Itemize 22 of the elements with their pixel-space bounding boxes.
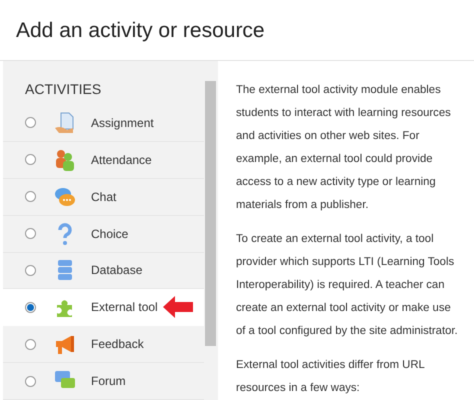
- people-icon: [53, 148, 77, 172]
- description-paragraph: External tool activities differ from URL resources in a few ways:: [236, 358, 426, 396]
- activity-item[interactable]: Assignment: [3, 105, 204, 142]
- arrow-icon: [163, 295, 193, 320]
- description-paragraph: To create an external tool activity, a tool provider which supports LTI (Learning Tools Interoperability) is required. A teacher can create an external tool activity or make use of a tool configured by the site administrator.: [236, 232, 459, 339]
- radio-button[interactable]: [25, 191, 36, 202]
- radio-button[interactable]: [25, 302, 36, 313]
- activity-item[interactable]: Choice: [3, 216, 204, 252]
- activity-item[interactable]: Attendance: [3, 142, 204, 179]
- activity-item[interactable]: Chat: [3, 178, 204, 216]
- radio-button[interactable]: [25, 264, 36, 276]
- section-heading: ACTIVITIES: [25, 81, 102, 97]
- activity-item[interactable]: Feedback: [3, 326, 204, 364]
- radio-button[interactable]: [25, 154, 36, 166]
- radio-button[interactable]: [25, 376, 36, 387]
- radio-button[interactable]: [25, 228, 36, 240]
- scrollbar[interactable]: [205, 81, 216, 346]
- radio-button[interactable]: [25, 117, 36, 128]
- activity-item[interactable]: External tool: [3, 289, 204, 326]
- activity-item[interactable]: Forum: [3, 363, 204, 400]
- description-paragraph: The external tool activity module enables students to interact with learning resources and activities on other web sites. For example, an external tool could provide access to a new activity type or learning materials from a publisher.: [236, 83, 452, 213]
- radio-button[interactable]: [25, 338, 36, 350]
